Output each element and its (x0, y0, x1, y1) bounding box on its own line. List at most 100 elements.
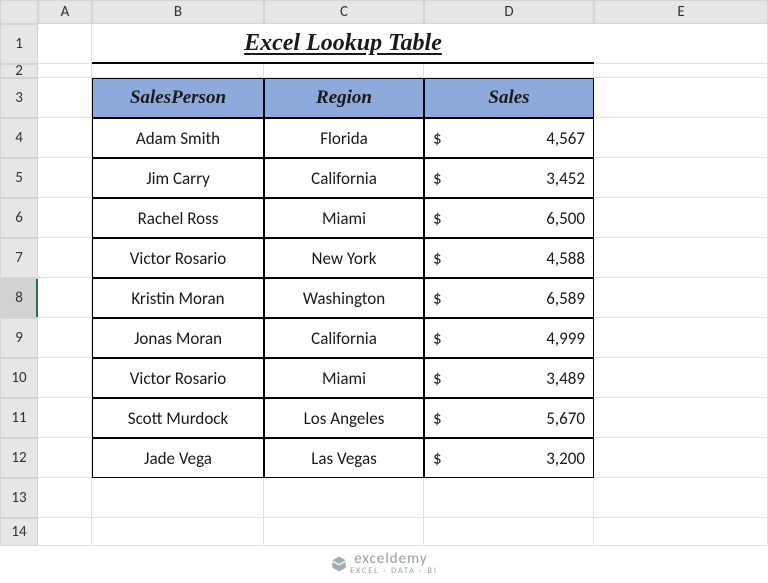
cell-b2[interactable] (92, 64, 264, 78)
row-header-11[interactable]: 11 (0, 398, 38, 438)
cell-e10[interactable] (594, 358, 768, 398)
cell-region[interactable]: California (264, 158, 424, 198)
cell-sales[interactable]: $6,500 (424, 198, 594, 238)
currency-symbol: $ (433, 448, 442, 469)
row-header-9[interactable]: 9 (0, 318, 38, 358)
cell-b14[interactable] (92, 518, 264, 546)
cell-a4[interactable] (38, 118, 92, 158)
cell-person[interactable]: Jade Vega (92, 438, 264, 478)
cell-region[interactable]: New York (264, 238, 424, 278)
row-header-2[interactable]: 2 (0, 64, 38, 78)
currency-symbol: $ (433, 328, 442, 349)
cell-e7[interactable] (594, 238, 768, 278)
header-salesperson[interactable]: SalesPerson (92, 78, 264, 118)
row-header-8[interactable]: 8 (0, 278, 38, 318)
cell-a13[interactable] (38, 478, 92, 518)
header-region[interactable]: Region (264, 78, 424, 118)
cell-sales[interactable]: $6,589 (424, 278, 594, 318)
cell-c13[interactable] (264, 478, 424, 518)
cell-region[interactable]: Las Vegas (264, 438, 424, 478)
cell-person[interactable]: Adam Smith (92, 118, 264, 158)
cell-region[interactable]: California (264, 318, 424, 358)
cell-d2[interactable] (424, 64, 594, 78)
cell-c14[interactable] (264, 518, 424, 546)
cell-e1[interactable] (594, 24, 768, 64)
currency-symbol: $ (433, 288, 442, 309)
cell-d14[interactable] (424, 518, 594, 546)
cell-a11[interactable] (38, 398, 92, 438)
cell-e4[interactable] (594, 118, 768, 158)
cell-e13[interactable] (594, 478, 768, 518)
cell-e9[interactable] (594, 318, 768, 358)
cell-a3[interactable] (38, 78, 92, 118)
cell-a9[interactable] (38, 318, 92, 358)
cell-region[interactable]: Washington (264, 278, 424, 318)
col-header-c[interactable]: C (264, 0, 424, 24)
cell-region[interactable]: Florida (264, 118, 424, 158)
cell-e3[interactable] (594, 78, 768, 118)
cell-person[interactable]: Jonas Moran (92, 318, 264, 358)
cell-sales[interactable]: $4,567 (424, 118, 594, 158)
sales-value: 3,452 (546, 168, 585, 189)
cell-e6[interactable] (594, 198, 768, 238)
cell-sales[interactable]: $3,200 (424, 438, 594, 478)
cell-a14[interactable] (38, 518, 92, 546)
row-header-14[interactable]: 14 (0, 518, 38, 546)
cell-b13[interactable] (92, 478, 264, 518)
col-header-e[interactable]: E (594, 0, 768, 24)
select-all-corner[interactable] (0, 0, 38, 24)
cell-a6[interactable] (38, 198, 92, 238)
cell-e2[interactable] (594, 64, 768, 78)
row-header-12[interactable]: 12 (0, 438, 38, 478)
cell-a5[interactable] (38, 158, 92, 198)
cell-sales[interactable]: $4,588 (424, 238, 594, 278)
row-header-6[interactable]: 6 (0, 198, 38, 238)
header-sales[interactable]: Sales (424, 78, 594, 118)
cell-sales[interactable]: $3,452 (424, 158, 594, 198)
cell-e11[interactable] (594, 398, 768, 438)
row-header-13[interactable]: 13 (0, 478, 38, 518)
sales-value: 3,200 (546, 448, 585, 469)
cell-person[interactable]: Rachel Ross (92, 198, 264, 238)
row-header-4[interactable]: 4 (0, 118, 38, 158)
cell-person[interactable]: Victor Rosario (92, 358, 264, 398)
cell-region[interactable]: Los Angeles (264, 398, 424, 438)
cell-c2[interactable] (264, 64, 424, 78)
cell-person[interactable]: Kristin Moran (92, 278, 264, 318)
cell-e8[interactable] (594, 278, 768, 318)
row-header-7[interactable]: 7 (0, 238, 38, 278)
sales-value: 6,500 (546, 208, 585, 229)
cell-a10[interactable] (38, 358, 92, 398)
cell-region[interactable]: Miami (264, 358, 424, 398)
cell-sales[interactable]: $3,489 (424, 358, 594, 398)
cell-a8[interactable] (38, 278, 92, 318)
currency-symbol: $ (433, 408, 442, 429)
row-header-1[interactable]: 1 (0, 24, 38, 64)
sales-value: 5,670 (546, 408, 585, 429)
sales-value: 4,999 (546, 328, 585, 349)
cell-a7[interactable] (38, 238, 92, 278)
cube-icon (330, 555, 348, 573)
cell-sales[interactable]: $4,999 (424, 318, 594, 358)
logo-brand: exceldemy (354, 552, 427, 567)
row-header-3[interactable]: 3 (0, 78, 38, 118)
cell-person[interactable]: Jim Carry (92, 158, 264, 198)
title-cell[interactable]: Excel Lookup Table (92, 24, 594, 64)
cell-a1[interactable] (38, 24, 92, 64)
col-header-b[interactable]: B (92, 0, 264, 24)
cell-d13[interactable] (424, 478, 594, 518)
cell-a12[interactable] (38, 438, 92, 478)
cell-e5[interactable] (594, 158, 768, 198)
sales-value: 6,589 (546, 288, 585, 309)
col-header-d[interactable]: D (424, 0, 594, 24)
cell-region[interactable]: Miami (264, 198, 424, 238)
cell-a2[interactable] (38, 64, 92, 78)
cell-person[interactable]: Victor Rosario (92, 238, 264, 278)
cell-e14[interactable] (594, 518, 768, 546)
cell-e12[interactable] (594, 438, 768, 478)
col-header-a[interactable]: A (38, 0, 92, 24)
cell-person[interactable]: Scott Murdock (92, 398, 264, 438)
row-header-5[interactable]: 5 (0, 158, 38, 198)
row-header-10[interactable]: 10 (0, 358, 38, 398)
cell-sales[interactable]: $5,670 (424, 398, 594, 438)
